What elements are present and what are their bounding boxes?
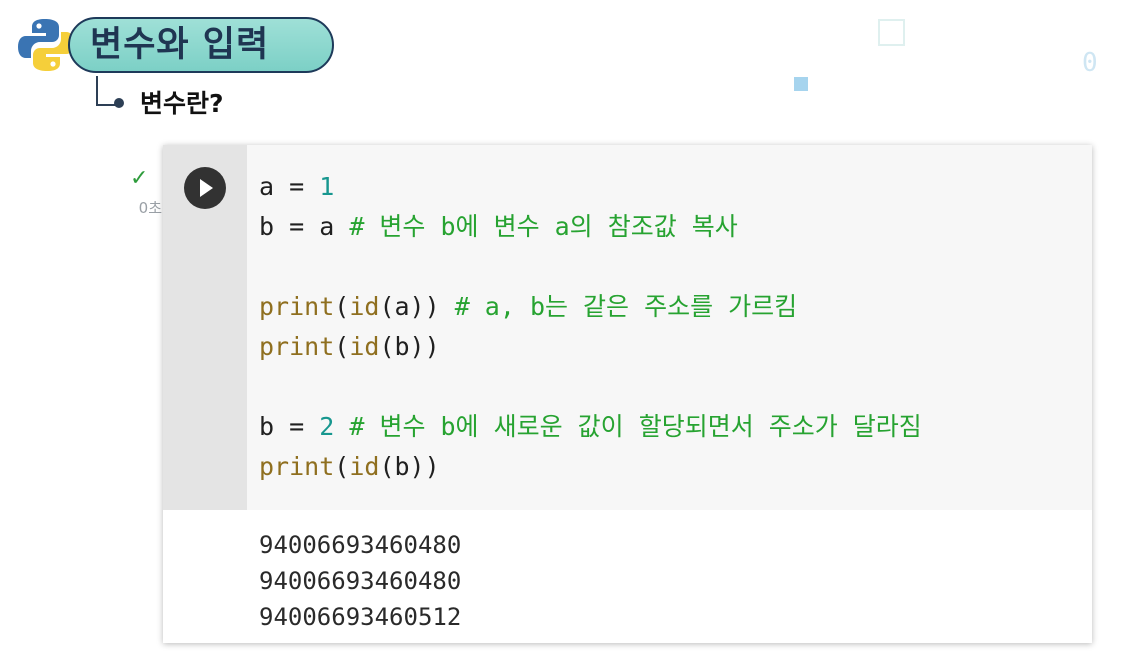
- output-line: 94006693460512: [259, 603, 462, 631]
- code-builtin: print: [259, 292, 335, 321]
- code-comment: # a, b는 같은 주소를 가르킴: [454, 292, 798, 321]
- python-logo-icon: [18, 19, 74, 71]
- code-token: (: [334, 292, 350, 321]
- code-line: b = 2 # 변수 b에 새로운 값이 할당되면서 주소가 달라짐: [259, 407, 922, 447]
- code-comment: # 변수 b에 새로운 값이 할당되면서 주소가 달라짐: [349, 412, 922, 441]
- code-builtin: print: [259, 332, 335, 361]
- code-editor[interactable]: a = 1b = a # 변수 b에 변수 a의 참조값 복사 print(id(…: [247, 145, 1092, 510]
- code-token: b =: [259, 412, 320, 441]
- code-line: a = 1: [259, 167, 922, 207]
- code-token: (: [334, 332, 350, 361]
- code-token: a =: [259, 172, 320, 201]
- section-subtitle: 변수란?: [140, 89, 224, 118]
- execution-time: 0초: [138, 199, 162, 217]
- code-builtin: print: [259, 452, 335, 481]
- code-cell[interactable]: a = 1b = a # 변수 b에 변수 a의 참조값 복사 print(id(…: [163, 145, 1092, 643]
- code-line: print(id(a)) # a, b는 같은 주소를 가르킴: [259, 287, 922, 327]
- code-line: print(id(b)): [259, 327, 922, 367]
- code-builtin: id: [349, 292, 380, 321]
- tree-connector: [96, 76, 116, 106]
- code-number: 1: [319, 172, 335, 201]
- background-square-decoration: [878, 19, 905, 46]
- cell-output: 94006693460480 94006693460480 940066934605…: [259, 527, 461, 635]
- background-dot-decoration: [794, 77, 808, 91]
- page-title: 변수와 입력: [90, 25, 270, 65]
- play-icon[interactable]: [184, 167, 226, 209]
- code-token: (b)): [379, 452, 440, 481]
- output-line: 94006693460480: [259, 531, 462, 559]
- code-builtin: id: [349, 452, 380, 481]
- background-zero-text: 0: [1082, 48, 1098, 78]
- cell-gutter: [163, 145, 247, 510]
- checkmark-icon: ✓: [130, 166, 149, 191]
- code-token: (a)): [379, 292, 455, 321]
- code-builtin: id: [349, 332, 380, 361]
- code-token: (: [334, 452, 350, 481]
- output-line: 94006693460480: [259, 567, 462, 595]
- code-block[interactable]: a = 1b = a # 변수 b에 변수 a의 참조값 복사 print(id(…: [259, 167, 922, 487]
- bullet-dot: [114, 98, 124, 108]
- code-token: b = a: [259, 212, 350, 241]
- code-line: print(id(b)): [259, 447, 922, 487]
- code-token: (b)): [379, 332, 440, 361]
- code-number: 2: [319, 412, 335, 441]
- code-line: b = a # 변수 b에 변수 a의 참조값 복사: [259, 207, 922, 247]
- code-comment: # 변수 b에 변수 a의 참조값 복사: [349, 212, 738, 241]
